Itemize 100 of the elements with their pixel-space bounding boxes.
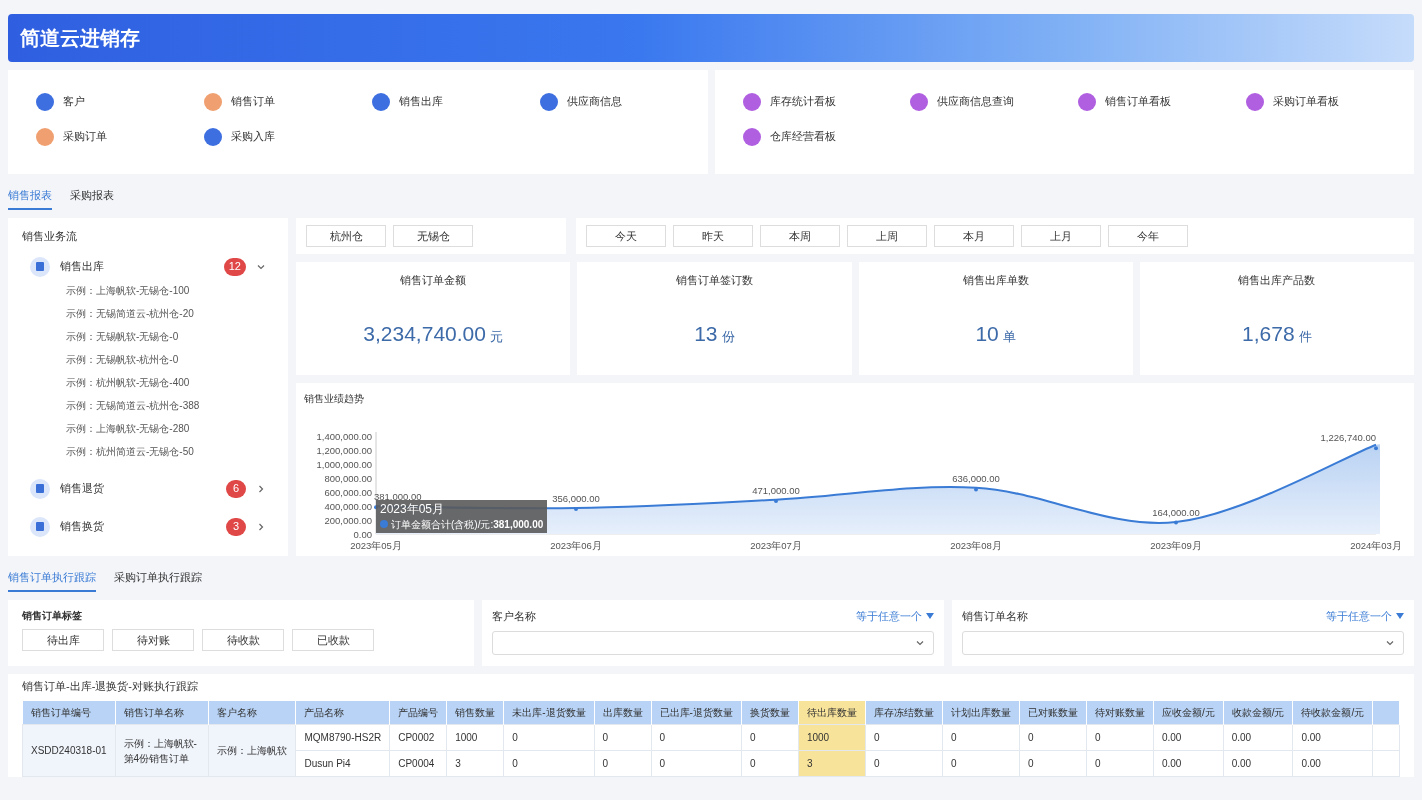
stat-title: 销售订单签订数 — [675, 272, 753, 288]
table-cell: 示例：上海帆软 — [209, 724, 296, 777]
table-cell: 0 — [651, 724, 742, 751]
table-cell: 0 — [942, 750, 1020, 777]
filter-button[interactable]: 上周 — [847, 224, 927, 247]
tab[interactable]: 销售报表 — [8, 182, 52, 210]
table-cell: 0 — [503, 750, 595, 777]
group-label: 销售出库 — [60, 259, 104, 275]
shortcut-link[interactable]: 采购订单看板 — [1246, 84, 1414, 119]
shortcut-link[interactable]: 供应商信息查询 — [910, 84, 1079, 119]
value-label: 356,000.00 — [552, 493, 600, 505]
shortcut-link[interactable]: 销售订单看板 — [1078, 84, 1247, 119]
filter-button[interactable]: 杭州仓 — [306, 224, 386, 247]
table-cell: 1000 — [798, 724, 866, 751]
filter-button[interactable]: 本周 — [760, 224, 840, 247]
axis-label: 2023年05月 — [350, 540, 402, 551]
app-title: 简道云进销存 — [20, 26, 140, 51]
table-cell: 0 — [594, 750, 652, 777]
axis-label: 0.00 — [353, 528, 372, 540]
select-field[interactable] — [962, 630, 1404, 655]
caret-icon — [1396, 613, 1404, 620]
data-point — [1374, 446, 1378, 451]
column-header: 待收款金额/元 — [1292, 700, 1373, 725]
filter-button[interactable]: 今年 — [1108, 224, 1188, 247]
tab[interactable]: 销售订单执行跟踪 — [8, 564, 96, 592]
tag-button[interactable]: 待出库 — [22, 629, 104, 651]
column-header: 换货数量 — [741, 700, 799, 725]
chevron-right-icon[interactable] — [256, 521, 266, 532]
table-cell: 0.00 — [1153, 724, 1224, 751]
table-cell: CP0002 — [389, 724, 447, 751]
data-point — [1174, 520, 1178, 525]
axis-label: 800,000.00 — [324, 472, 372, 484]
shortcut-link[interactable]: 供应商信息 — [539, 84, 708, 119]
tooltip-title: 2023年05月 — [380, 502, 446, 518]
table-cell: 0.00 — [1292, 750, 1373, 777]
column-header: 产品名称 — [296, 700, 390, 725]
flow-item[interactable]: 示例：上海帆软-无锡仓-280 — [22, 416, 274, 440]
filter-button[interactable]: 本月 — [934, 224, 1014, 247]
stat-value: 3,234,740.00 — [363, 321, 486, 348]
tooltip-text: 订单金额合计(含税)/元:381,000.00 — [391, 517, 544, 531]
value-label: 164,000.00 — [1152, 506, 1200, 518]
shortcut-link[interactable]: 销售出库 — [371, 84, 540, 119]
table-cell: 1000 — [446, 724, 504, 751]
column-header: 销售订单编号 — [22, 700, 116, 725]
table-cell: 0 — [741, 724, 799, 751]
table-cell: 0 — [1019, 750, 1087, 777]
table-cell: Dusun Pi4 — [296, 750, 390, 777]
filter-button[interactable]: 无锡仓 — [393, 224, 473, 247]
flow-item[interactable]: 示例：上海帆软-无锡仓-100 — [22, 278, 274, 302]
tab[interactable]: 采购订单执行跟踪 — [114, 564, 202, 592]
table-cell: 0.00 — [1223, 724, 1293, 751]
table-cell: 0 — [503, 724, 595, 751]
table-cell: 0 — [741, 750, 799, 777]
shortcut-link[interactable]: 采购入库 — [203, 119, 372, 154]
stat-value: 13 — [694, 321, 718, 348]
column-header: 未出库-退货数量 — [503, 700, 595, 725]
tab[interactable]: 采购报表 — [70, 182, 114, 210]
tag-button[interactable]: 已收款 — [292, 629, 374, 651]
select-field[interactable] — [492, 630, 934, 655]
table-cell: 0 — [1086, 750, 1154, 777]
flow-item[interactable]: 示例：杭州帆软-无锡仓-400 — [22, 370, 274, 394]
column-header: 应收金额/元 — [1153, 700, 1224, 725]
value-label: 471,000.00 — [752, 485, 800, 497]
column-header: 库存冻结数量 — [865, 700, 943, 725]
axis-label: 2023年09月 — [1150, 540, 1202, 551]
shortcut-link[interactable]: 库存统计看板 — [742, 84, 911, 119]
document-icon — [30, 256, 50, 277]
axis-label: 600,000.00 — [324, 486, 372, 498]
count-badge: 3 — [226, 517, 246, 536]
tag-button[interactable]: 待对账 — [112, 629, 194, 651]
shortcut-link[interactable]: 采购订单 — [36, 119, 204, 154]
flow-item[interactable]: 示例：无锡简道云-杭州仓-20 — [22, 301, 274, 325]
legend-dot — [380, 520, 388, 529]
flow-item[interactable]: 示例：无锡帆软-杭州仓-0 — [22, 347, 274, 371]
flow-group[interactable]: 销售出库 12 — [22, 254, 274, 279]
filter-button[interactable]: 今天 — [586, 224, 666, 247]
axis-label: 2023年08月 — [950, 540, 1002, 551]
tag-button[interactable]: 待收款 — [202, 629, 284, 651]
column-header: 待出库数量 — [798, 700, 866, 725]
chevron-right-icon[interactable] — [256, 483, 266, 494]
axis-label: 2024年03月 — [1350, 540, 1402, 551]
flow-group[interactable]: 销售退货 6 — [22, 476, 274, 501]
flow-item[interactable]: 示例：无锡帆软-无锡仓-0 — [22, 324, 274, 348]
column-header: 出库数量 — [594, 700, 652, 725]
table-cell: 0 — [942, 724, 1020, 751]
flow-group[interactable]: 销售换货 3 — [22, 514, 274, 539]
column-header: 已对账数量 — [1019, 700, 1087, 725]
operator-dropdown[interactable]: 等于任意一个 — [856, 608, 934, 625]
filter-button[interactable]: 昨天 — [673, 224, 753, 247]
stat-unit: 元 — [489, 328, 503, 347]
shortcut-link[interactable]: 销售订单 — [203, 84, 372, 119]
column-header: 销售订单名称 — [115, 700, 209, 725]
flow-item[interactable]: 示例：杭州简道云-无锡仓-50 — [22, 439, 274, 463]
shortcut-link[interactable]: 客户 — [36, 84, 204, 119]
stat-title: 销售订单金额 — [400, 272, 467, 288]
shortcut-link[interactable]: 仓库经营看板 — [742, 119, 911, 154]
flow-item[interactable]: 示例：无锡简道云-杭州仓-388 — [22, 393, 274, 417]
filter-button[interactable]: 上月 — [1021, 224, 1101, 247]
operator-dropdown[interactable]: 等于任意一个 — [1326, 608, 1404, 625]
stat-title: 销售出库产品数 — [1238, 272, 1316, 288]
